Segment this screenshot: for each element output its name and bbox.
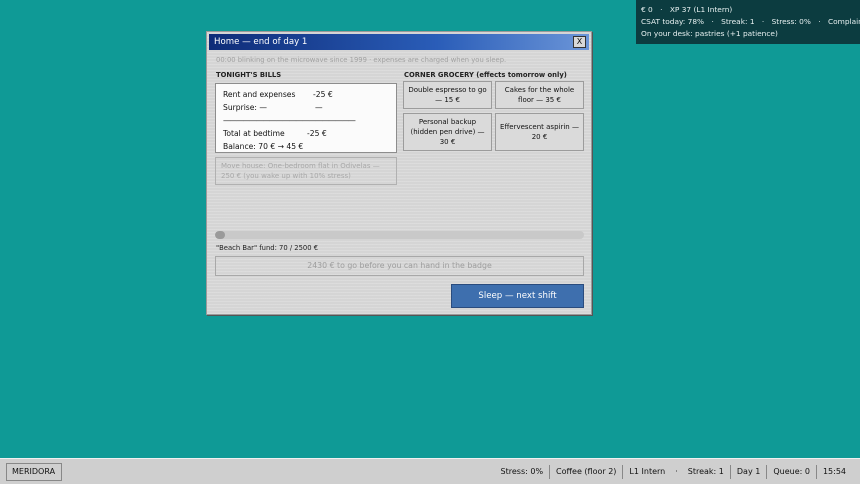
hud-separator: · bbox=[761, 17, 765, 26]
bill-rent-label: Rent and expenses bbox=[223, 90, 296, 99]
bill-total-label: Total at bedtime bbox=[223, 129, 285, 138]
status-readouts: Stress: 0% Coffee (floor 2) L1 Intern · … bbox=[495, 464, 852, 480]
status-bar: MERIDORA Stress: 0% Coffee (floor 2) L1 … bbox=[0, 458, 860, 484]
move-house-button[interactable]: Move house: One-bedroom flat in Odivelas… bbox=[215, 157, 397, 185]
hud-row-2: CSAT today: 78% · Streak: 1 · Stress: 0%… bbox=[641, 16, 860, 28]
status-rank: L1 Intern bbox=[629, 467, 666, 476]
bill-surprise-amount: — bbox=[315, 103, 323, 112]
grocery-item-cakes[interactable]: Cakes for the whole floor — 35 € bbox=[495, 81, 584, 109]
close-button[interactable]: X bbox=[573, 36, 586, 48]
grocery-section-label: CORNER GROCERY (effects tomorrow only) bbox=[404, 71, 567, 79]
money-readout: € 0 bbox=[641, 5, 653, 14]
hud-separator: · bbox=[711, 17, 714, 26]
fund-progress-bar bbox=[215, 231, 584, 239]
hud-row-3: On your desk: pastries (+1 patience) bbox=[641, 28, 855, 40]
brand-button[interactable]: MERIDORA bbox=[6, 463, 62, 481]
balance-row: Balance: 70 € → 45 € bbox=[223, 140, 389, 153]
xp-readout: XP 37 (L1 Intern) bbox=[669, 5, 733, 14]
complaints-readout: Complaints: 0 bbox=[827, 17, 860, 26]
end-of-day-dialog: Home — end of day 1 X 00:00 blinking on … bbox=[206, 31, 592, 315]
status-dot: · bbox=[675, 467, 678, 476]
status-stress: Stress: 0% bbox=[500, 467, 544, 476]
bills-divider: ———————————————————— bbox=[223, 116, 356, 125]
dialog-titlebar[interactable]: Home — end of day 1 X bbox=[209, 34, 589, 50]
status-queue: Queue: 0 bbox=[773, 467, 810, 476]
fund-label: "Beach Bar" fund: 70 / 2500 € bbox=[216, 244, 319, 252]
fund-progress-fill bbox=[215, 231, 226, 239]
bill-total-amount: -25 € bbox=[307, 129, 327, 138]
bills-panel: Rent and expenses -25 € Surprise: — — ——… bbox=[215, 83, 397, 153]
dialog-title: Home — end of day 1 bbox=[214, 37, 308, 47]
hud-separator: · bbox=[818, 17, 821, 26]
status-location: Coffee (floor 2) bbox=[556, 467, 617, 476]
sleep-button[interactable]: Sleep — next shift bbox=[451, 284, 584, 308]
grocery-item-backup[interactable]: Personal backup (hidden pen drive) — 30 … bbox=[403, 113, 492, 151]
hud-row-1: € 0 · XP 37 (L1 Intern) bbox=[641, 4, 855, 16]
badge-goal-box: 2430 € to go before you can hand in the … bbox=[215, 256, 584, 276]
streak-readout: Streak: 1 bbox=[721, 17, 755, 26]
status-day: Day 1 bbox=[736, 467, 761, 476]
bill-rent-row: Rent and expenses -25 € bbox=[223, 88, 389, 101]
hud-panel: € 0 · XP 37 (L1 Intern) CSAT today: 78% … bbox=[636, 0, 860, 44]
hud-separator: · bbox=[660, 5, 663, 14]
dialog-subtitle: 00:00 blinking on the microwave since 19… bbox=[216, 56, 507, 64]
bill-surprise-row: Surprise: — — bbox=[223, 101, 389, 114]
bills-section-label: TONIGHT'S BILLS bbox=[216, 71, 282, 79]
stress-readout: Stress: 0% bbox=[771, 17, 811, 26]
balance-text: Balance: 70 € → 45 € bbox=[223, 142, 304, 151]
csat-readout: CSAT today: 78% bbox=[641, 17, 705, 26]
status-streak: Streak: 1 bbox=[687, 467, 724, 476]
bill-surprise-label: Surprise: — bbox=[223, 103, 268, 112]
bill-rent-amount: -25 € bbox=[313, 90, 333, 99]
status-clock: 15:54 bbox=[822, 467, 846, 476]
grocery-item-aspirin[interactable]: Effervescent aspirin — 20 € bbox=[495, 113, 584, 151]
desk-item-readout: On your desk: pastries (+1 patience) bbox=[641, 29, 778, 38]
grocery-item-espresso[interactable]: Double espresso to go — 15 € bbox=[403, 81, 492, 109]
bill-total-row: Total at bedtime -25 € bbox=[223, 127, 389, 140]
